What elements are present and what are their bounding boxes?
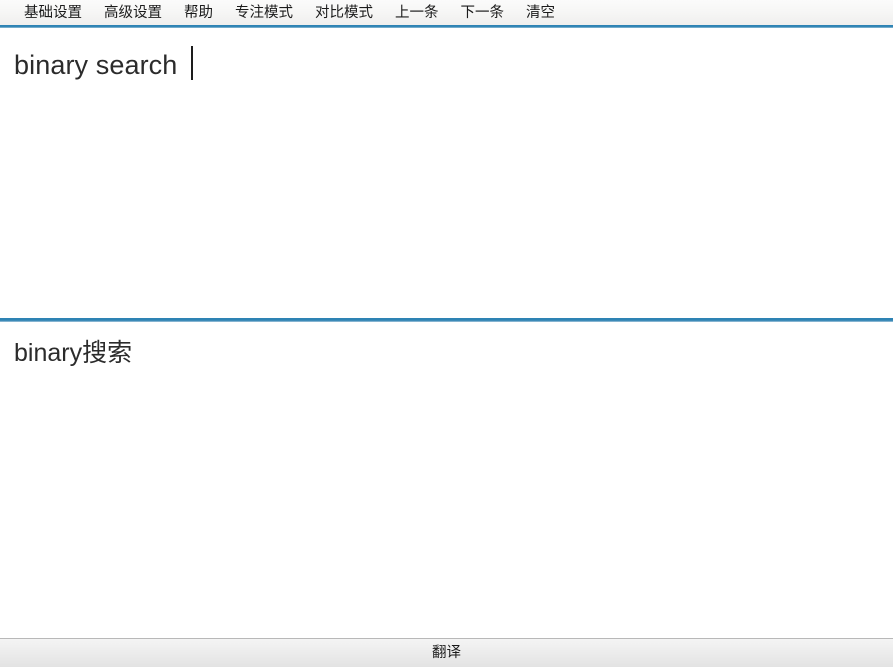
text-caret — [191, 46, 193, 80]
menu-item-compare-mode[interactable]: 对比模式 — [305, 2, 383, 26]
menu-item-help[interactable]: 帮助 — [174, 2, 223, 26]
menu-bar: 基础设置 高级设置 帮助 专注模式 对比模式 上一条 下一条 清空 — [0, 0, 893, 28]
translator-window: 基础设置 高级设置 帮助 专注模式 对比模式 上一条 下一条 清空 binary… — [0, 0, 893, 667]
menu-item-focus-mode[interactable]: 专注模式 — [225, 2, 303, 26]
source-text-row: binary search — [14, 40, 879, 85]
menu-item-previous[interactable]: 上一条 — [385, 2, 449, 26]
source-text-input[interactable]: binary search — [0, 28, 893, 318]
source-text-value: binary search — [14, 45, 177, 85]
menu-item-next[interactable]: 下一条 — [451, 2, 515, 26]
translate-button[interactable]: 翻译 — [410, 641, 483, 666]
menu-item-clear[interactable]: 清空 — [516, 2, 565, 26]
menu-item-advanced-settings[interactable]: 高级设置 — [94, 2, 172, 26]
bottom-action-bar: 翻译 — [0, 638, 893, 667]
menu-item-basic-settings[interactable]: 基础设置 — [14, 2, 92, 26]
target-text-output[interactable]: binary搜索 — [0, 322, 893, 638]
target-text-value: binary搜索 — [14, 334, 879, 372]
